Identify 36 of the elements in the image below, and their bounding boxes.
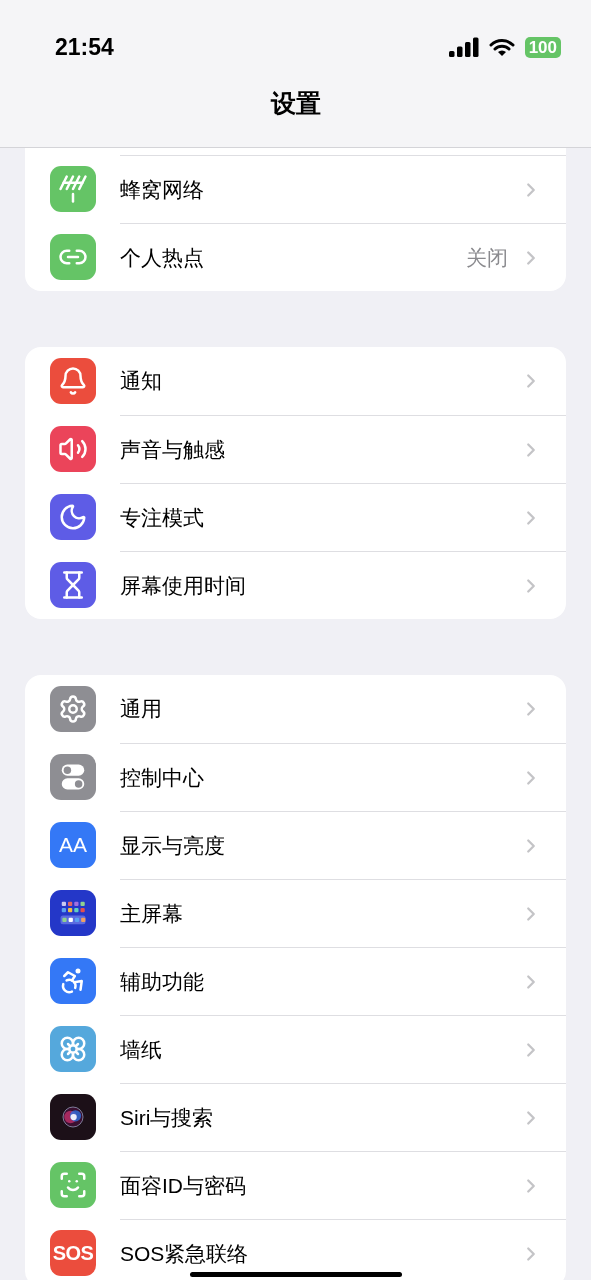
moon-icon <box>50 494 96 540</box>
page-title: 设置 <box>270 87 321 119</box>
antenna-icon <box>50 166 96 212</box>
flower-icon <box>50 1026 96 1072</box>
setting-label[interactable]: 屏幕使用时间 <box>120 569 520 602</box>
battery-level: 100 <box>524 36 561 58</box>
setting-label[interactable]: 声音与触感 <box>120 433 520 466</box>
app-grid-icon <box>50 890 96 936</box>
face-scan-icon <box>50 1162 96 1208</box>
accessibility-icon <box>50 958 96 1004</box>
setting-label[interactable]: 蜂窝网络 <box>120 173 520 206</box>
setting-label[interactable]: SOS紧急联络 <box>120 1237 520 1270</box>
text-size-icon: AA <box>50 822 96 868</box>
bell-icon <box>50 358 96 404</box>
siri-orb-icon <box>50 1094 96 1140</box>
toggles-icon <box>50 754 96 800</box>
setting-label[interactable]: 主屏幕 <box>120 897 520 930</box>
setting-label[interactable]: 显示与亮度 <box>120 829 520 862</box>
setting-label[interactable]: 个人热点 <box>120 241 466 274</box>
setting-label[interactable]: Siri与搜索 <box>120 1101 520 1134</box>
speaker-icon <box>50 426 96 472</box>
setting-label[interactable]: 面容ID与密码 <box>120 1169 520 1202</box>
setting-label[interactable]: 控制中心 <box>120 761 520 794</box>
setting-label[interactable]: 墙纸 <box>120 1033 520 1066</box>
setting-label[interactable]: 辅助功能 <box>120 965 520 998</box>
setting-value: 关闭 <box>466 244 508 271</box>
setting-label[interactable]: 通用 <box>120 693 520 725</box>
setting-label[interactable]: 专注模式 <box>120 501 520 534</box>
setting-label[interactable]: 通知 <box>120 365 520 397</box>
status-time: 21:54 <box>55 32 114 62</box>
gear-icon <box>50 686 96 732</box>
wifi-icon <box>488 37 515 57</box>
sos-icon: SOS <box>50 1230 96 1276</box>
hourglass-icon <box>50 562 96 608</box>
signal-icon <box>448 37 479 57</box>
link-icon <box>50 234 96 280</box>
